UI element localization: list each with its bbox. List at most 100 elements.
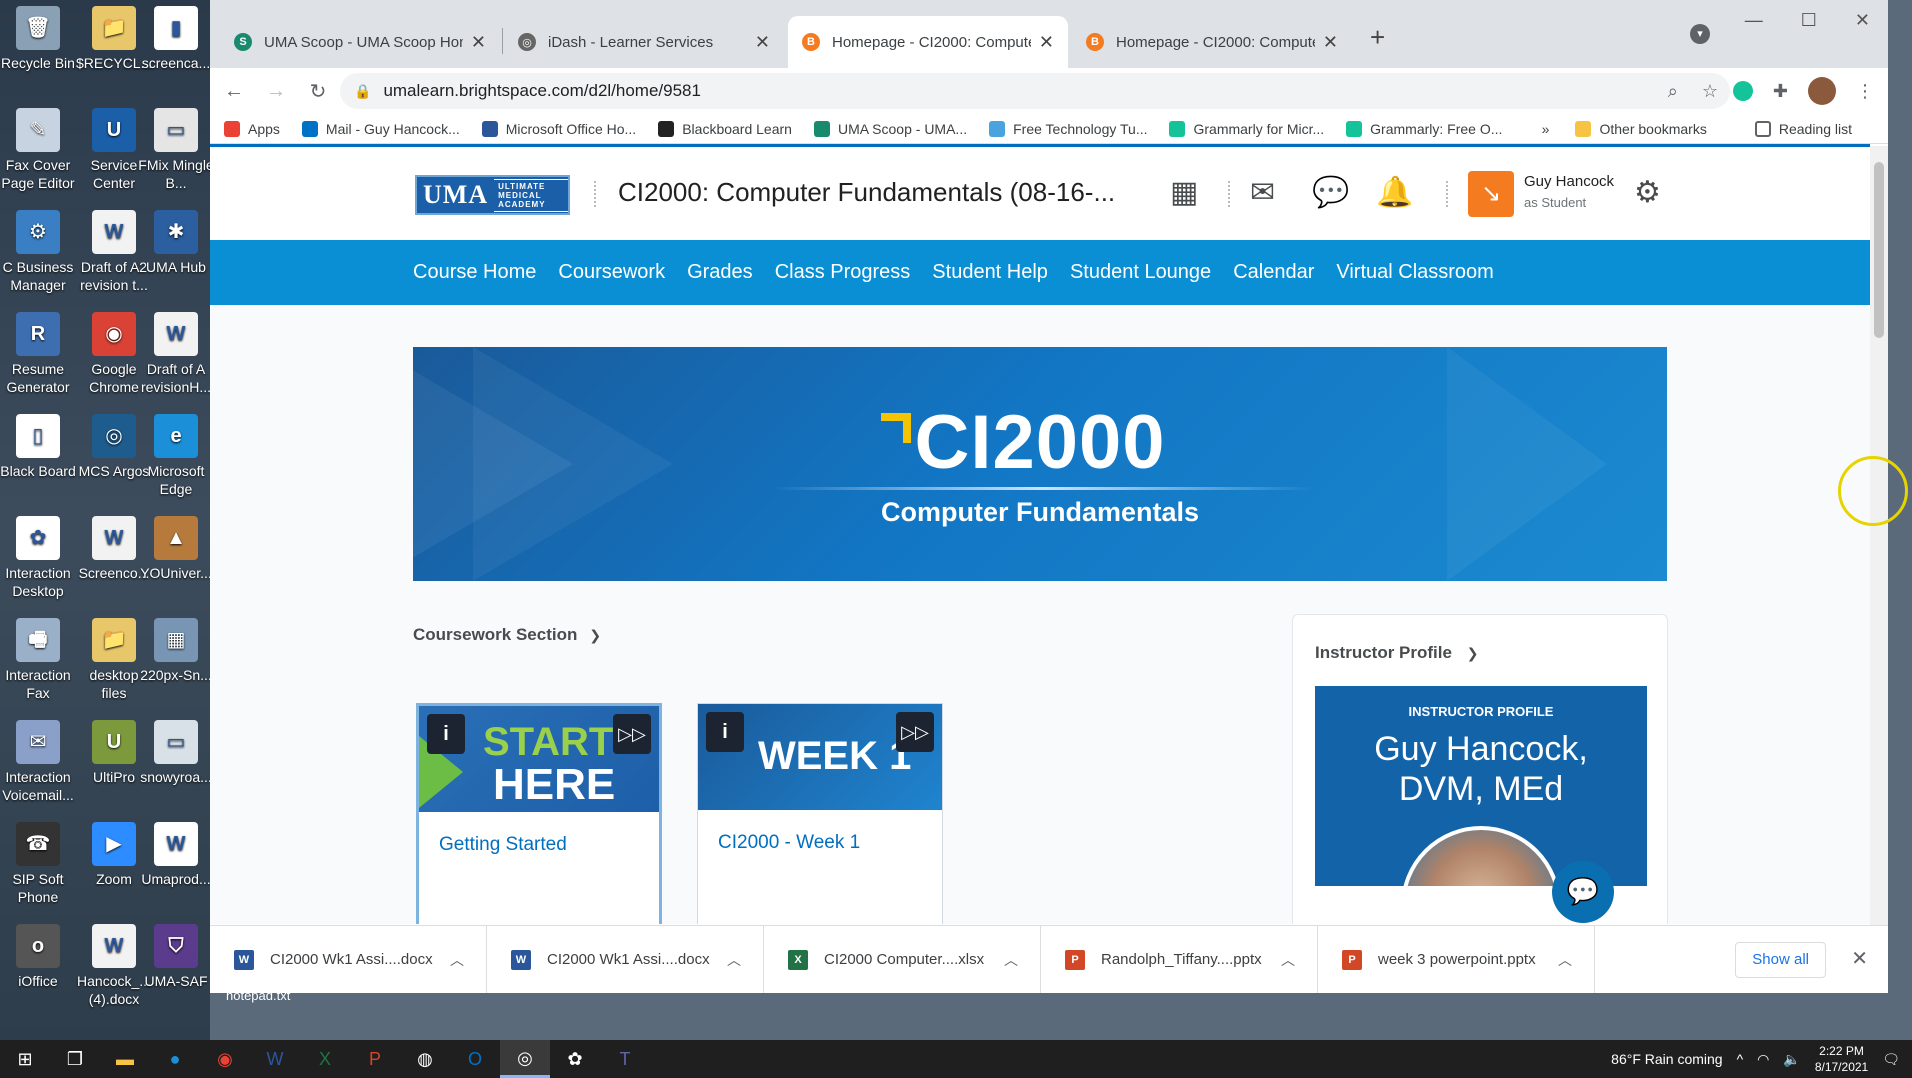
info-icon[interactable]: i [427, 714, 465, 754]
star-icon[interactable]: ☆ [1702, 81, 1718, 102]
card-title[interactable]: Getting Started [419, 812, 659, 878]
menu-icon[interactable]: ⋮ [1856, 81, 1874, 102]
forward-icon[interactable]: → [258, 80, 294, 103]
nav-item[interactable]: Student Lounge [1070, 261, 1211, 284]
desktop-icon[interactable]: ☎ SIP Soft Phone [0, 822, 76, 906]
close-icon[interactable]: ✕ [755, 32, 770, 53]
app-icon[interactable]: ✿ [550, 1049, 600, 1070]
card-week-1[interactable]: WEEK 1 i ▷▷ CI2000 - Week 1 [697, 703, 943, 924]
task-view-icon[interactable]: ❐ [50, 1049, 100, 1070]
outlook-icon[interactable]: O [450, 1049, 500, 1070]
coursework-section-toggle[interactable]: Coursework Section ❯ [413, 625, 601, 645]
excel-icon[interactable]: X [300, 1049, 350, 1070]
card-getting-started[interactable]: START HERE i ▷▷ Getting Started [416, 703, 662, 924]
bookmark-item[interactable]: Blackboard Learn [658, 120, 792, 137]
download-item[interactable]: X CI2000 Computer....xlsx ︿ [764, 926, 1041, 993]
reload-icon[interactable]: ↻ [300, 79, 336, 104]
nav-item[interactable]: Grades [687, 261, 753, 284]
download-item[interactable]: W CI2000 Wk1 Assi....docx ︿ [210, 926, 487, 993]
maximize-icon[interactable]: ☐ [1801, 10, 1817, 31]
chrome-icon[interactable]: ◉ [200, 1049, 250, 1070]
powerpoint-icon[interactable]: P [350, 1049, 400, 1070]
bookmark-item[interactable]: Microsoft Office Ho... [481, 120, 636, 137]
download-item[interactable]: W CI2000 Wk1 Assi....docx ︿ [487, 926, 764, 993]
app-icon[interactable]: ◍ [400, 1049, 450, 1070]
grammarly-icon[interactable] [1732, 81, 1753, 101]
close-icon[interactable]: ✕ [1039, 32, 1054, 53]
desktop-icon[interactable]: ▭ FMix Mingle B... [138, 108, 214, 192]
chat-bubbles-icon[interactable]: 💬 [1312, 175, 1349, 210]
desktop-icon[interactable]: ✉ Interaction Voicemail... [0, 720, 76, 804]
bell-icon[interactable]: 🔔 [1376, 175, 1413, 210]
download-item[interactable]: P Randolph_Tiffany....pptx ︿ [1041, 926, 1318, 993]
tray-chevron-icon[interactable]: ^ [1737, 1051, 1744, 1067]
desktop-icon[interactable]: e Microsoft Edge [138, 414, 214, 498]
close-icon[interactable]: ✕ [1323, 32, 1338, 53]
user-name[interactable]: Guy Hancock [1524, 173, 1614, 190]
desktop-icon[interactable]: ✿ Interaction Desktop [0, 516, 76, 600]
windows-start-icon[interactable]: ⊞ [0, 1049, 50, 1070]
page-scrollbar[interactable] [1870, 146, 1888, 926]
desktop-icon[interactable]: ✎ Fax Cover Page Editor [0, 108, 76, 192]
bookmarks-more-icon[interactable]: » [1542, 121, 1550, 137]
desktop-icon[interactable]: o iOffice [0, 924, 76, 990]
bookmark-item[interactable]: Mail - Guy Hancock... [301, 120, 460, 137]
wifi-icon[interactable]: ◠ [1757, 1051, 1769, 1068]
edge-icon[interactable]: ● [150, 1049, 200, 1070]
weather-widget[interactable]: 86°F Rain coming [1611, 1051, 1722, 1067]
desktop-icon[interactable]: 🖷 Interaction Fax [0, 618, 76, 702]
chevron-up-icon[interactable]: ︿ [1281, 950, 1295, 970]
desktop-icon[interactable]: ✱ UMA Hub [138, 210, 214, 276]
back-icon[interactable]: ← [216, 80, 252, 103]
chevron-up-icon[interactable]: ︿ [727, 950, 741, 970]
bookmark-item[interactable]: Grammarly for Micr... [1169, 120, 1324, 137]
chevron-up-icon[interactable]: ︿ [1004, 950, 1018, 970]
desktop-icon[interactable]: 🗑 Recycle Bin [0, 6, 76, 72]
desktop-icon[interactable]: W Draft of A revisionH... [138, 312, 214, 396]
desktop-icon[interactable]: ▦ 220px-Sn... [138, 618, 214, 684]
tab-uma-scoop[interactable]: S UMA Scoop - UMA Scoop Home ✕ [220, 16, 500, 68]
desktop-icon[interactable]: ▯ Black Board [0, 414, 76, 480]
gear-icon[interactable]: ⚙ [1634, 175, 1661, 210]
address-bar[interactable]: 🔒 umalearn.brightspace.com/d2l/home/9581… [340, 73, 1730, 109]
info-icon[interactable]: i [706, 712, 744, 752]
uma-logo[interactable]: UMA ULTIMATE MEDICAL ACADEMY [415, 175, 570, 215]
close-window-icon[interactable]: ✕ [1855, 10, 1870, 31]
new-tab-icon[interactable]: + [1370, 22, 1385, 53]
card-title[interactable]: CI2000 - Week 1 [698, 810, 942, 876]
tab-homepage-2[interactable]: B Homepage - CI2000: Computer F ✕ [1072, 16, 1352, 68]
desktop-icon[interactable]: ⚙ C Business Manager [0, 210, 76, 294]
close-icon[interactable]: ✕ [1851, 946, 1868, 971]
desktop-icon[interactable]: W Umaprod... [138, 822, 214, 888]
download-item[interactable]: Pweek 3 powerpoint.pptx ︿ [1318, 926, 1595, 993]
volume-icon[interactable]: 🔈 [1783, 1051, 1800, 1068]
tab-idash[interactable]: ◎ iDash - Learner Services ✕ [504, 16, 784, 68]
course-title[interactable]: CI2000: Computer Fundamentals (08-16-... [618, 177, 1115, 208]
fast-forward-icon[interactable]: ▷▷ [613, 714, 651, 754]
mail-icon[interactable]: ✉ [1250, 175, 1275, 210]
show-all-button[interactable]: Show all [1735, 942, 1826, 978]
desktop-icon[interactable]: R Resume Generator [0, 312, 76, 396]
user-avatar[interactable]: ↘ [1468, 171, 1514, 217]
bookmark-item[interactable]: UMA Scoop - UMA... [813, 120, 967, 137]
other-bookmarks[interactable]: Other bookmarks [1575, 120, 1707, 137]
active-app-icon[interactable]: ◎ [500, 1040, 550, 1078]
puzzle-icon[interactable]: ✚ [1773, 81, 1788, 102]
clock[interactable]: 2:22 PM 8/17/2021 [1815, 1043, 1868, 1075]
chevron-up-icon[interactable]: ︿ [1558, 950, 1572, 970]
word-icon[interactable]: W [250, 1049, 300, 1070]
desktop-icon[interactable]: ▮ screenca... [138, 6, 214, 72]
zoom-icon[interactable]: ⌕ [1668, 81, 1678, 102]
fast-forward-icon[interactable]: ▷▷ [896, 712, 934, 752]
close-icon[interactable]: ✕ [471, 32, 486, 53]
notifications-icon[interactable]: 🗨 [1882, 1051, 1900, 1068]
reading-list[interactable]: Reading list [1754, 120, 1852, 137]
desktop-icon[interactable]: ▭ snowyroa... [138, 720, 214, 786]
nav-item[interactable]: Class Progress [775, 261, 911, 284]
chat-icon[interactable]: 💬 [1552, 861, 1614, 923]
file-explorer-icon[interactable]: ▬ [100, 1049, 150, 1070]
teams-icon[interactable]: T [600, 1049, 650, 1070]
bookmark-item[interactable]: Free Technology Tu... [989, 120, 1147, 137]
profile-avatar[interactable] [1808, 77, 1836, 105]
bookmark-item[interactable]: Apps [224, 120, 280, 137]
